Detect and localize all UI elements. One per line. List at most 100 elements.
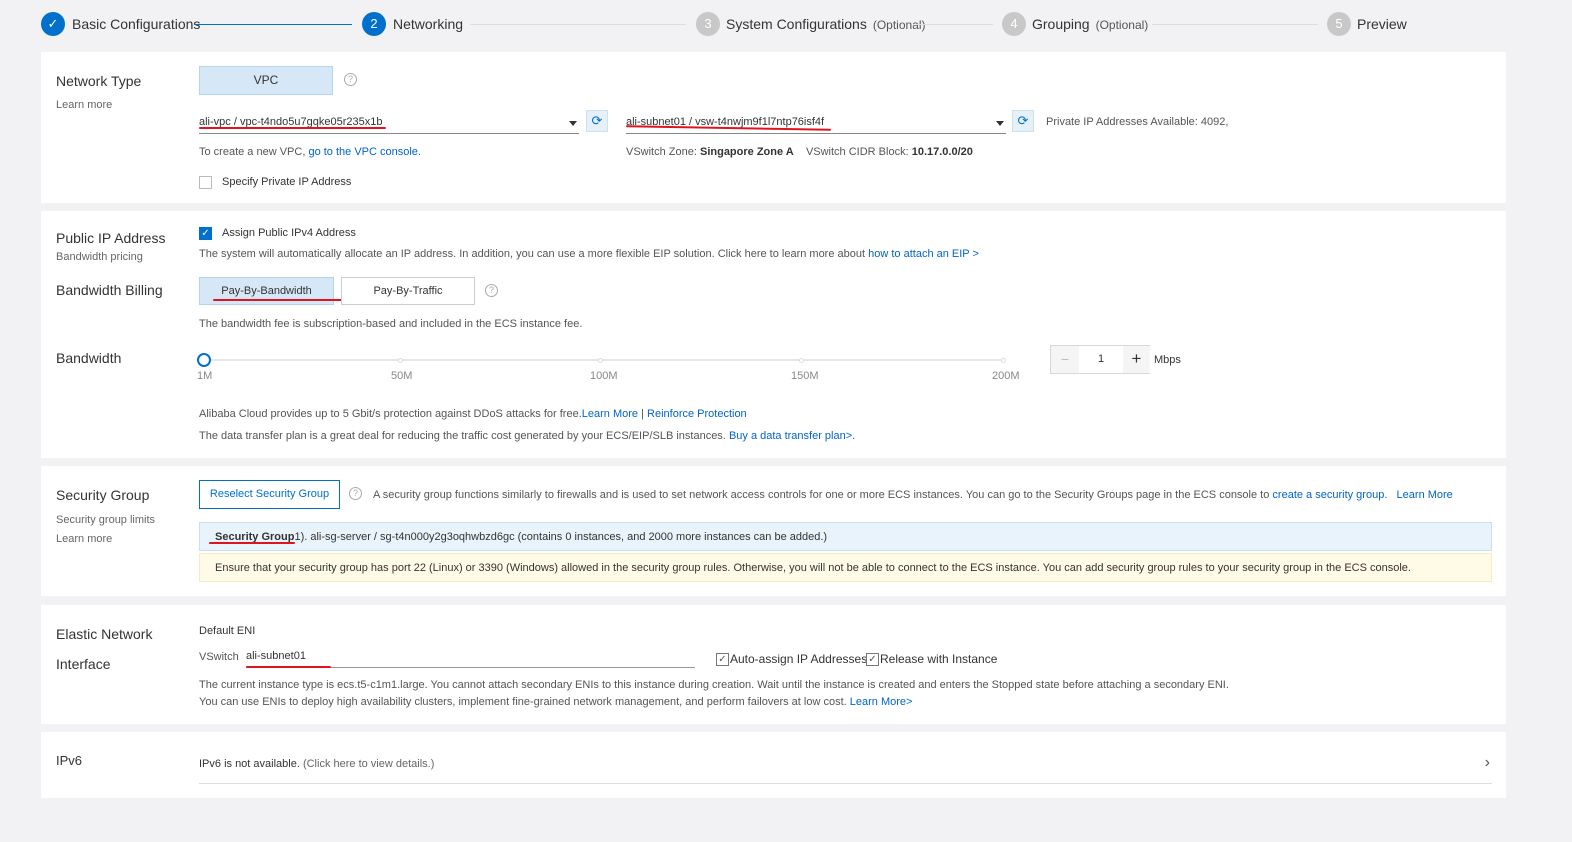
security-group-detail: 1). ali-sg-server / sg-t4n000y2g3oqhwbzd…	[294, 531, 828, 543]
slider-tick	[1001, 358, 1006, 363]
step-4-optional: (Optional)	[1095, 18, 1149, 32]
auto-assign-ip-checkbox[interactable]: ✓	[716, 653, 729, 666]
specify-private-ip-checkbox[interactable]	[199, 176, 212, 189]
ipv6-text: IPv6 is not available. (Click here to vi…	[199, 758, 434, 770]
slider-tick-label: 50M	[391, 370, 413, 382]
slider-tick	[598, 358, 603, 363]
network-learn-more-link[interactable]: Learn more	[56, 99, 112, 111]
chevron-right-icon[interactable]: ›	[1485, 754, 1490, 772]
security-group-limits-link[interactable]: Security group limits	[56, 514, 155, 526]
eni-label-line1: Elastic Network	[56, 626, 153, 642]
step-connector	[917, 24, 993, 25]
help-icon[interactable]: ?	[485, 284, 498, 297]
specify-private-ip-label: Specify Private IP Address	[222, 176, 352, 188]
bandwidth-label: Bandwidth	[56, 350, 122, 366]
security-warning-text: Ensure that your security group has port…	[215, 562, 1411, 574]
bandwidth-stepper: − 1 +	[1050, 345, 1150, 374]
security-info: A security group functions similarly to …	[373, 489, 1453, 501]
step-connector	[194, 24, 352, 25]
eni-vswitch-value: ali-subnet01	[246, 650, 306, 662]
ipv6-label: IPv6	[56, 753, 83, 768]
step-5-number[interactable]: 5	[1327, 12, 1351, 36]
step-2-label[interactable]: Networking	[393, 16, 463, 32]
step-5-label[interactable]: Preview	[1357, 16, 1407, 32]
transfer-plan-hint: The data transfer plan is a great deal f…	[199, 430, 855, 442]
increment-button[interactable]: +	[1123, 346, 1150, 373]
step-4-number[interactable]: 4	[1002, 12, 1026, 36]
pay-by-traffic-button[interactable]: Pay-By-Traffic	[341, 277, 475, 305]
step-connector	[470, 24, 686, 25]
security-warning: Ensure that your security group has port…	[199, 553, 1492, 582]
decrement-button[interactable]: −	[1051, 346, 1079, 373]
ipv6-hint: (Click here to view details.)	[302, 758, 435, 770]
help-icon[interactable]: ?	[349, 487, 362, 500]
step-3-number[interactable]: 3	[696, 12, 720, 36]
eni-vswitch-select[interactable]: ali-subnet01	[246, 646, 695, 668]
chevron-down-icon	[996, 121, 1004, 126]
selected-security-group: Security Group1). ali-sg-server / sg-t4n…	[199, 522, 1492, 551]
eip-text: The system will automatically allocate a…	[199, 248, 866, 260]
vpc-select[interactable]: ali-vpc / vpc-t4ndo5u7gqke05r235x1b	[199, 112, 579, 134]
step-3-label[interactable]: System Configurations (Optional)	[726, 16, 926, 32]
ddos-hint: Alibaba Cloud provides up to 5 Gbit/s pr…	[199, 408, 747, 420]
refresh-vswitch-icon[interactable]: ⟳	[1012, 110, 1034, 132]
vswitch-select[interactable]: ali-subnet01 / vsw-t4nwjm9f1l7ntp76isf4f	[626, 112, 1006, 134]
slider-tick	[799, 358, 804, 363]
release-with-instance-label: Release with Instance	[880, 652, 998, 666]
billing-note: The bandwidth fee is subscription-based …	[199, 318, 583, 330]
eni-learn-more-link[interactable]: Learn More>	[850, 696, 913, 708]
security-info-text: A security group functions similarly to …	[373, 489, 1270, 501]
vpc-console-link[interactable]: go to the VPC console.	[308, 146, 421, 158]
reselect-security-group-button[interactable]: Reselect Security Group	[199, 480, 340, 509]
vswitch-zone-label: VSwitch Zone:	[626, 146, 697, 158]
buy-transfer-plan-link[interactable]: Buy a data transfer plan>.	[729, 430, 855, 442]
step-2-number[interactable]: 2	[362, 12, 386, 36]
separator: |	[641, 408, 644, 420]
create-security-group-link[interactable]: create a security group.	[1272, 489, 1387, 501]
eni-note-2: You can use ENIs to deploy high availabi…	[199, 696, 912, 708]
step-4-label[interactable]: Grouping (Optional)	[1032, 16, 1148, 32]
vswitch-cidr-label: VSwitch CIDR Block:	[805, 146, 909, 158]
private-ip-available: Private IP Addresses Available: 4092,	[1046, 116, 1229, 128]
ipv6-expand-row[interactable]: IPv6 is not available. (Click here to vi…	[199, 750, 1492, 784]
annotation-underline	[209, 542, 295, 544]
chevron-down-icon	[569, 121, 577, 126]
eni-label-line2: Interface	[56, 656, 111, 672]
security-info-learn-more-link[interactable]: Learn More	[1397, 489, 1453, 501]
vswitch-info: VSwitch Zone: Singapore Zone A VSwitch C…	[626, 146, 973, 158]
bandwidth-unit: Mbps	[1154, 354, 1181, 366]
eip-hint: The system will automatically allocate a…	[199, 248, 979, 260]
auto-assign-ip-label: Auto-assign IP Addresses	[730, 652, 868, 666]
security-group-label: Security Group	[56, 487, 150, 503]
bandwidth-input[interactable]: 1	[1079, 346, 1123, 373]
ddos-learn-more-link[interactable]: Learn More	[582, 408, 638, 420]
eni-note-1: The current instance type is ecs.t5-c1m1…	[199, 679, 1229, 691]
reinforce-protection-link[interactable]: Reinforce Protection	[647, 408, 747, 420]
vswitch-zone-value: Singapore Zone A	[699, 146, 794, 158]
step-4-title: Grouping	[1032, 16, 1090, 32]
assign-public-ip-checkbox[interactable]: ✓	[199, 227, 212, 240]
security-learn-more-link[interactable]: Learn more	[56, 533, 112, 545]
slider-tick	[398, 358, 403, 363]
step-3-title: System Configurations	[726, 16, 867, 32]
vswitch-cidr-value: 10.17.0.0/20	[911, 146, 973, 158]
create-vpc-text: To create a new VPC,	[199, 146, 306, 158]
slider-tick-label: 200M	[992, 370, 1020, 382]
bandwidth-slider-handle[interactable]	[197, 353, 211, 367]
bandwidth-slider-track[interactable]	[204, 359, 1005, 361]
attach-eip-link[interactable]: how to attach an EIP >	[868, 248, 979, 260]
default-eni-label: Default ENI	[199, 625, 256, 637]
step-1-check-icon[interactable]: ✓	[41, 12, 65, 36]
step-1-label[interactable]: Basic Configurations	[72, 16, 200, 32]
vpc-button[interactable]: VPC	[199, 66, 333, 95]
bandwidth-pricing-link[interactable]: Bandwidth pricing	[56, 251, 143, 263]
transfer-text: The data transfer plan is a great deal f…	[199, 430, 726, 442]
eni-vswitch-label: VSwitch	[199, 651, 239, 663]
annotation-underline	[213, 299, 345, 301]
help-icon[interactable]: ?	[344, 73, 357, 86]
step-3-optional: (Optional)	[872, 18, 926, 32]
release-with-instance-checkbox[interactable]: ✓	[866, 653, 879, 666]
eni-note-2-text: You can use ENIs to deploy high availabi…	[199, 696, 847, 708]
refresh-vpc-icon[interactable]: ⟳	[586, 110, 608, 132]
slider-tick-label: 150M	[791, 370, 819, 382]
